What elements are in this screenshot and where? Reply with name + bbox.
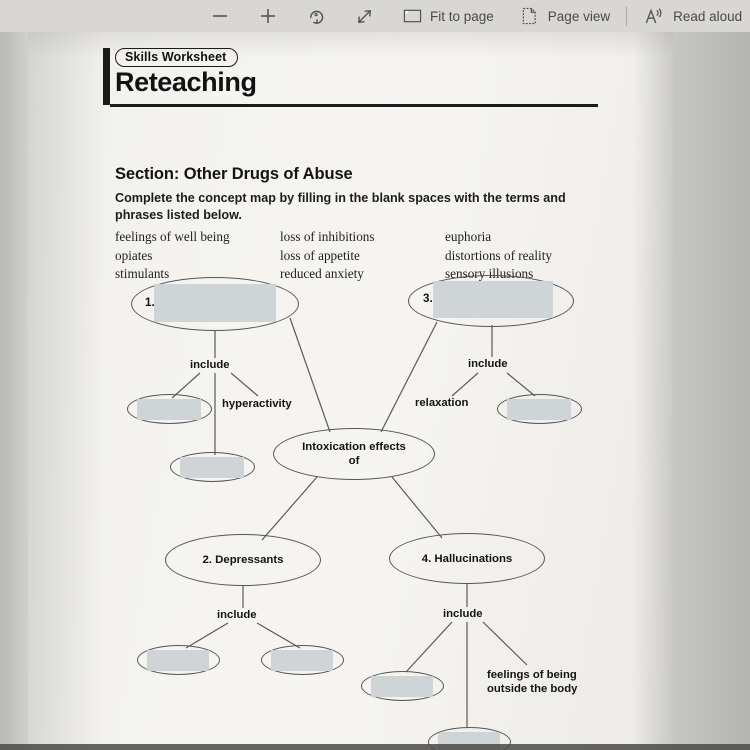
- word-bank-term: opiates: [115, 247, 153, 263]
- pdf-toolbar: Fit to page Page view Read aloud: [0, 0, 750, 32]
- worksheet-page: Skills Worksheet Reteaching Section: Oth…: [28, 32, 673, 750]
- word-bank-term: loss of inhibitions: [280, 229, 375, 244]
- word-bank-term: feelings of well being: [115, 229, 230, 244]
- rotate-button[interactable]: [302, 0, 330, 32]
- fit-to-page-icon: [400, 5, 424, 27]
- diagonal-arrows-icon: [352, 5, 376, 27]
- word-bank-term: euphoria: [445, 229, 492, 244]
- word-bank-term: reduced anxiety: [280, 266, 364, 282]
- read-aloud-icon: [643, 5, 667, 27]
- word-bank-column-1: feelings of well being opiates stimulant…: [115, 228, 280, 284]
- instructions-text: Complete the concept map by filling in t…: [115, 191, 566, 222]
- page-view-button[interactable]: Page view: [516, 0, 612, 32]
- page-view-icon: [518, 5, 542, 27]
- page-shading-left: [28, 32, 106, 750]
- fit-to-page-button[interactable]: Fit to page: [398, 0, 496, 32]
- plus-icon: [256, 5, 280, 27]
- viewer-left-margin: [0, 32, 28, 750]
- minus-icon: [208, 5, 232, 27]
- word-bank-term: distortions of reality: [445, 247, 552, 263]
- word-bank-column-3: euphoria distortions of reality sensory …: [445, 228, 595, 284]
- page-view-label: Page view: [547, 8, 611, 24]
- toolbar-divider: [626, 6, 628, 26]
- page-shading-right: [633, 32, 673, 750]
- read-aloud-label: Read aloud: [673, 8, 743, 24]
- word-bank: feelings of well being opiates stimulant…: [115, 228, 595, 284]
- rotate-icon: [304, 5, 328, 27]
- read-aloud-button[interactable]: Read aloud: [641, 0, 744, 32]
- pdf-viewer-screen: Fit to page Page view Read aloud Skills …: [0, 0, 750, 750]
- viewer-right-margin: [673, 32, 750, 750]
- word-bank-term: sensory illusions: [445, 266, 534, 282]
- worksheet-header: Skills Worksheet Reteaching: [103, 48, 598, 107]
- page-bottom-edge: [0, 744, 750, 750]
- zoom-in-button[interactable]: [254, 0, 282, 32]
- word-bank-column-2: loss of inhibitions loss of appetite red…: [280, 228, 445, 284]
- expand-button[interactable]: [350, 0, 378, 32]
- header-rule: [110, 104, 598, 107]
- worksheet-title: Reteaching: [115, 67, 257, 97]
- section-title: Section: Other Drugs of Abuse: [115, 165, 353, 183]
- word-bank-term: loss of appetite: [280, 247, 360, 263]
- zoom-out-button[interactable]: [206, 0, 234, 32]
- header-accent-bar: [103, 48, 110, 105]
- skills-worksheet-badge: Skills Worksheet: [115, 48, 239, 67]
- word-bank-term: stimulants: [115, 266, 170, 282]
- fit-to-page-label: Fit to page: [430, 8, 494, 24]
